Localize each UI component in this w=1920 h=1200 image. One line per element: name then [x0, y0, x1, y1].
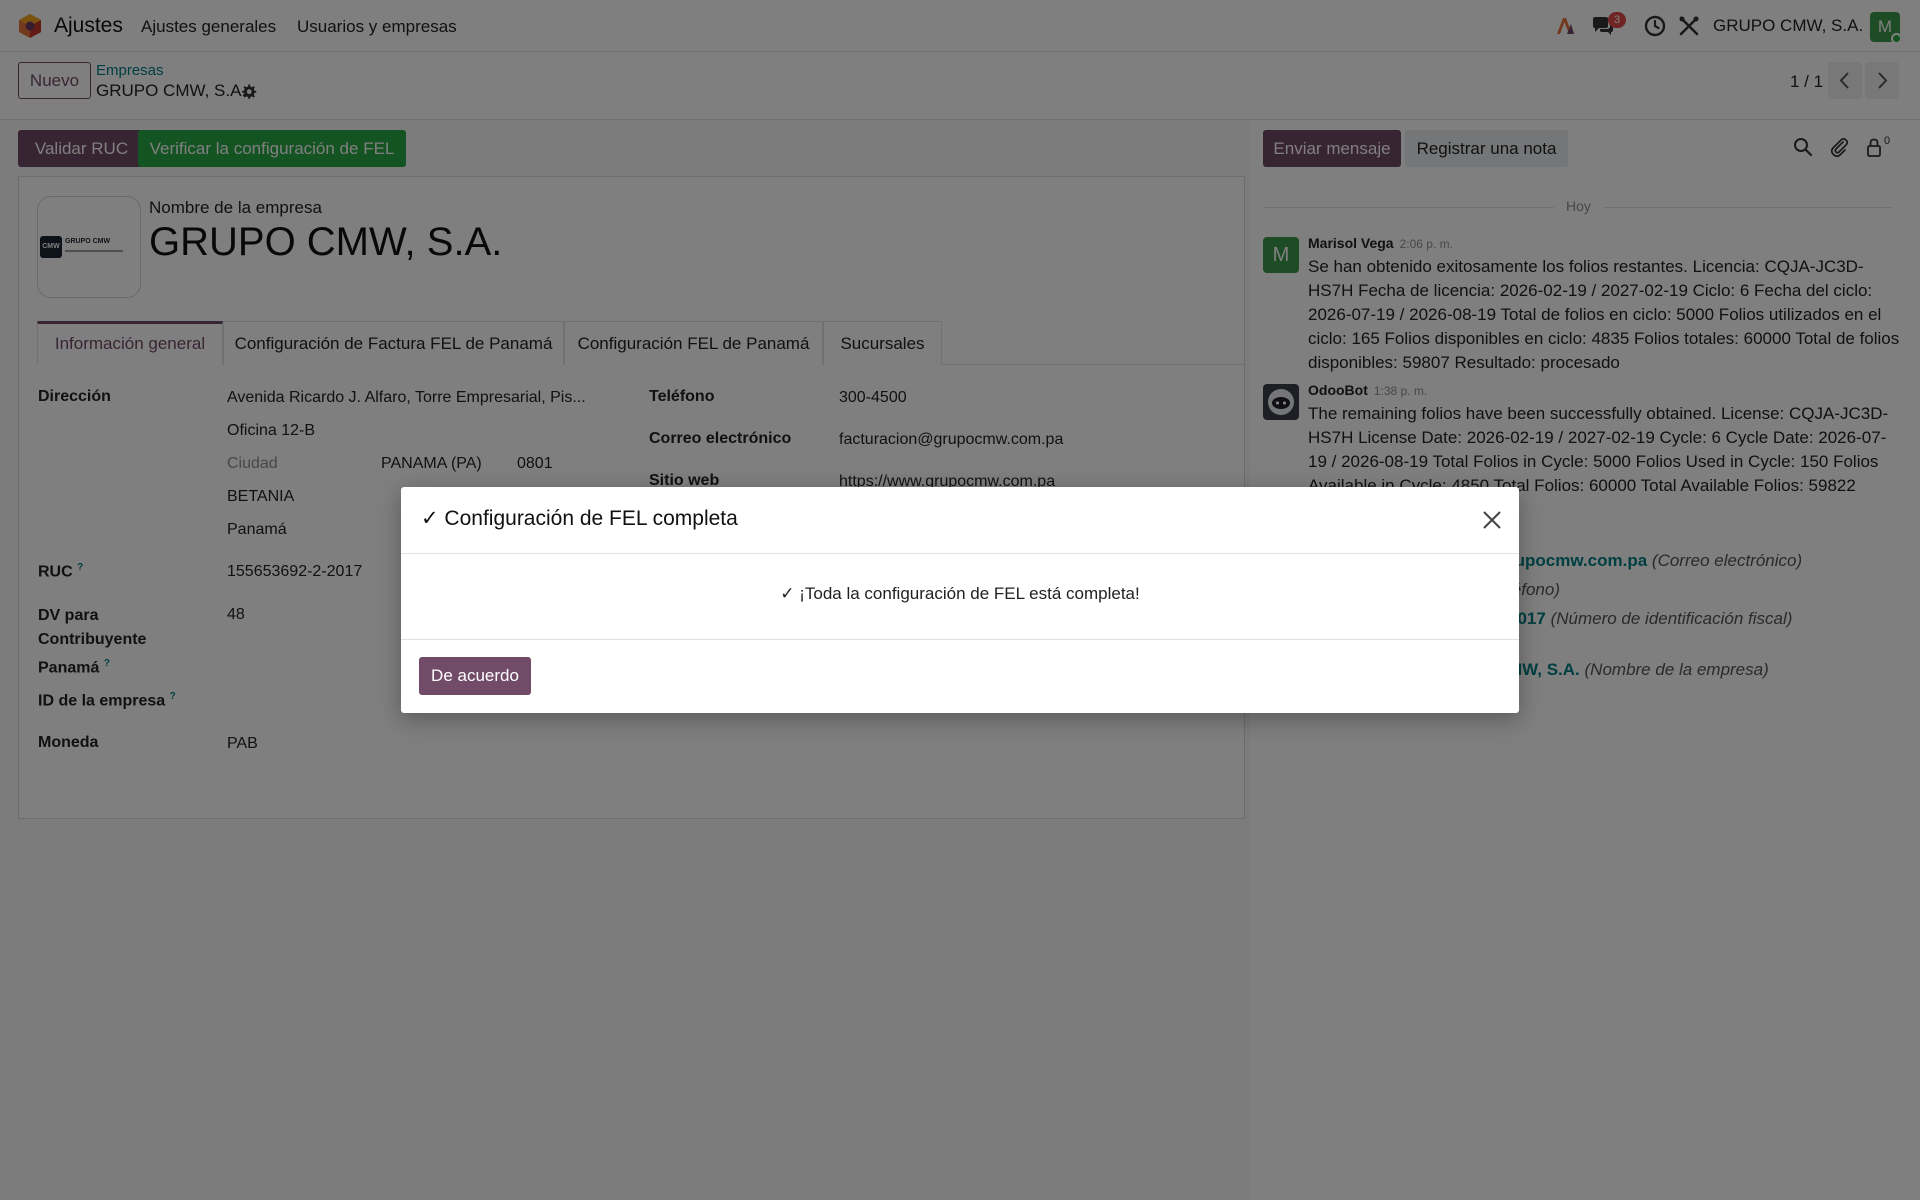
close-icon[interactable]: [1481, 509, 1503, 531]
fel-complete-dialog: ✓ Configuración de FEL completa ✓ ¡Toda …: [401, 487, 1519, 713]
dialog-message: ✓ ¡Toda la configuración de FEL está com…: [780, 584, 1140, 603]
dialog-body: ✓ ¡Toda la configuración de FEL está com…: [401, 554, 1519, 640]
ok-button[interactable]: De acuerdo: [419, 657, 531, 695]
dialog-title: ✓ Configuración de FEL completa: [421, 507, 738, 530]
dialog-header: ✓ Configuración de FEL completa: [401, 487, 1519, 554]
